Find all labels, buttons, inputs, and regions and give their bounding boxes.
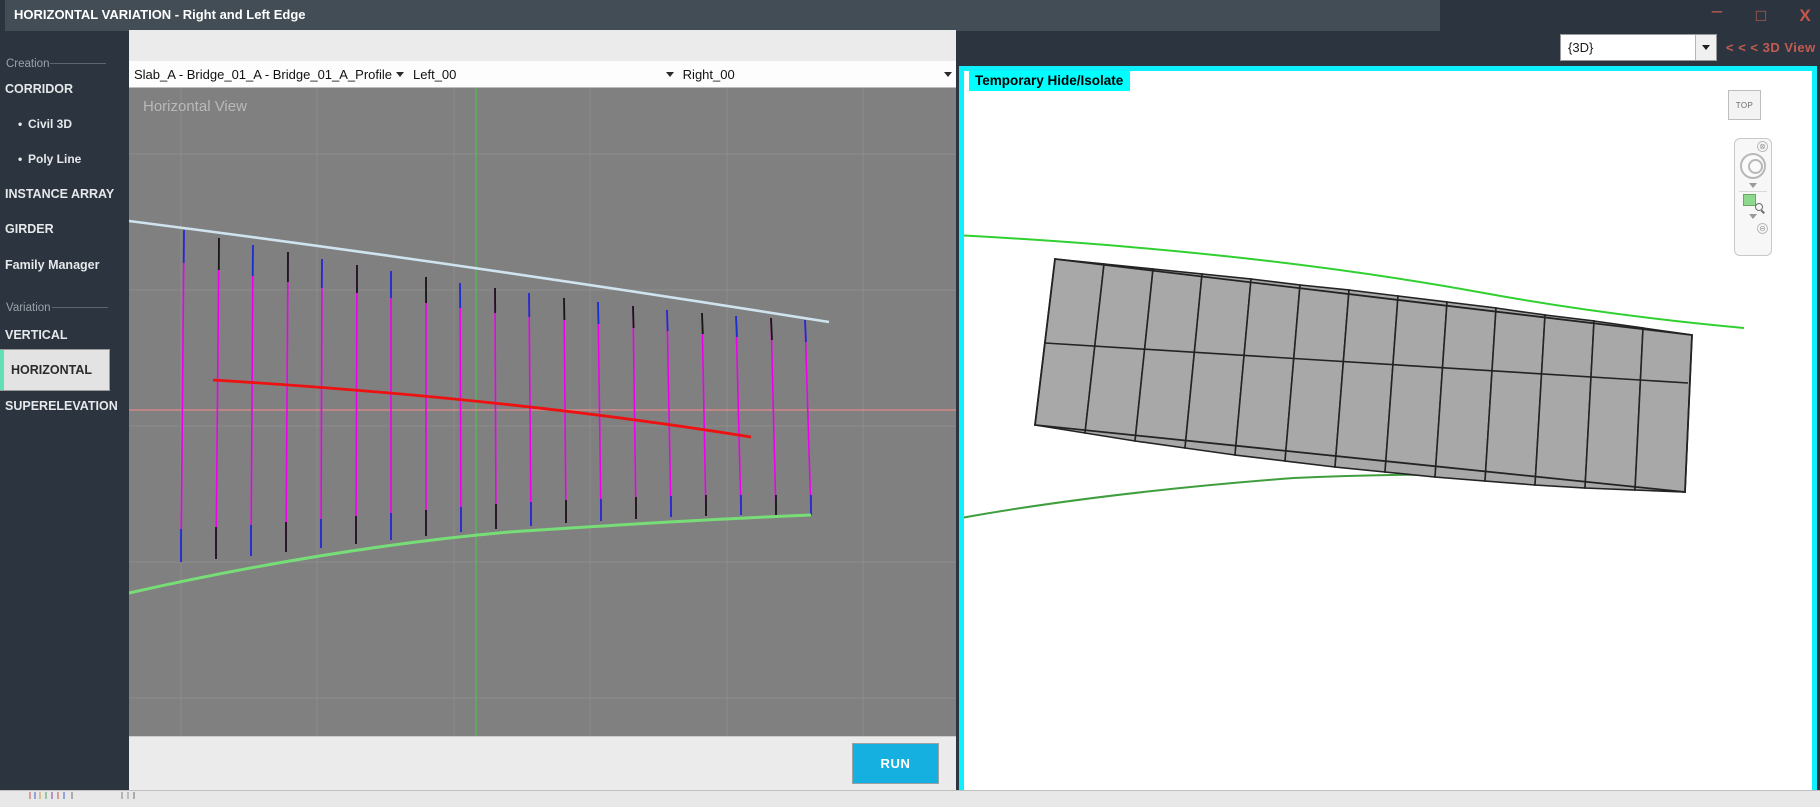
right-edge-combo-value[interactable]: Right_00 — [678, 67, 940, 82]
bridge-deck — [1034, 258, 1693, 493]
toggle-3d-view-link[interactable]: < < < 3D View — [1726, 40, 1816, 55]
navbar-minimize-icon[interactable]: ⊖ — [1757, 223, 1768, 234]
panel-header: HORIZONTAL VARIATION - Right and Left Ed… — [5, 0, 1440, 31]
panel-title: HORIZONTAL VARIATION - Right and Left Ed… — [14, 7, 306, 22]
window-controls: – □ X — [1708, 0, 1814, 30]
sidebar-item-girder[interactable]: GIRDER — [0, 222, 54, 236]
temporary-hide-isolate-badge[interactable]: Temporary Hide/Isolate — [969, 71, 1131, 91]
close-icon[interactable]: X — [1796, 7, 1814, 24]
bridge-model-drawing — [964, 234, 1745, 519]
navbar-close-icon[interactable]: ⊗ — [1757, 141, 1768, 152]
cad-left-edge-line — [129, 219, 830, 324]
steering-wheel-icon[interactable] — [1740, 153, 1766, 179]
cad-cross-sections — [180, 229, 812, 563]
variation-rule — [51, 307, 108, 308]
sidebar-group-creation: Creation — [6, 58, 107, 70]
sidebar-item-family-manager[interactable]: Family Manager — [0, 258, 99, 272]
maximize-icon[interactable]: □ — [1752, 7, 1770, 24]
alignment-combo-chevron-down-icon[interactable] — [392, 61, 408, 87]
strip-decoration — [29, 792, 135, 799]
magnifier-icon — [1755, 203, 1763, 211]
viewcube-top[interactable]: TOP — [1728, 90, 1761, 120]
sidebar-group-variation: Variation — [6, 302, 108, 314]
cad-view-label: Horizontal View — [143, 98, 247, 115]
sidebar-item-corridor[interactable]: CORRIDOR — [0, 82, 73, 96]
navigation-bar[interactable]: ⊗ ⊖ — [1734, 138, 1772, 256]
zoom-region-icon — [1743, 194, 1756, 206]
cad-drawing — [129, 88, 956, 736]
steering-wheel-chevron-down-icon[interactable] — [1749, 183, 1757, 188]
bottom-status-strip — [0, 790, 1820, 807]
left-edge-combo-value[interactable]: Left_00 — [408, 67, 662, 82]
sidebar-item-horizontal[interactable]: HORIZONTAL — [0, 350, 109, 390]
sidebar-item-vertical[interactable]: VERTICAL — [0, 328, 68, 342]
right-edge-combo-chevron-down-icon[interactable] — [940, 61, 956, 87]
view-select-combo[interactable]: {3D} — [1560, 34, 1717, 61]
minimize-icon[interactable]: – — [1708, 2, 1726, 21]
alignment-combo-value[interactable]: Slab_A - Bridge_01_A - Bridge_01_A_Profi… — [129, 67, 392, 82]
bullet-icon: • — [18, 117, 23, 131]
chevron-down-icon[interactable] — [1695, 35, 1716, 60]
run-button[interactable]: RUN — [852, 743, 939, 784]
horizontal-variation-panel: Slab_A - Bridge_01_A - Bridge_01_A_Profi… — [129, 30, 956, 790]
sidebar-item-civil-3d[interactable]: • Civil 3D — [0, 117, 72, 131]
application-window: AutoBRIDGE – □ X Creation CORRIDOR •Civi… — [0, 0, 1820, 807]
run-bar: RUN — [129, 736, 956, 790]
cad-centerline — [212, 378, 752, 439]
cad-right-edge-line — [129, 513, 812, 595]
sidebar-item-instance-array[interactable]: INSTANCE ARRAY — [0, 187, 114, 201]
creation-rule — [50, 63, 107, 64]
cad-viewport[interactable]: Horizontal View — [129, 88, 956, 736]
sidebar: Creation CORRIDOR • Civil 3D • Poly Line I… — [0, 30, 129, 790]
sidebar-item-superelevation[interactable]: SUPERELEVATION — [0, 399, 118, 413]
revit-3d-viewport[interactable]: Temporary Hide/Isolate TOP ⊗ ⊖ — [959, 66, 1817, 798]
cad-grid — [129, 88, 956, 736]
bullet-icon: • — [18, 152, 23, 166]
sidebar-item-poly-line[interactable]: • Poly Line — [0, 152, 81, 166]
combo-row: Slab_A - Bridge_01_A - Bridge_01_A_Profi… — [129, 61, 956, 88]
zoom-window-icon[interactable] — [1743, 194, 1763, 211]
left-edge-combo-chevron-down-icon[interactable] — [662, 61, 678, 87]
view-select-value: {3D} — [1568, 40, 1594, 55]
navbar-divider — [1739, 191, 1767, 192]
zoom-chevron-down-icon[interactable] — [1749, 214, 1757, 219]
